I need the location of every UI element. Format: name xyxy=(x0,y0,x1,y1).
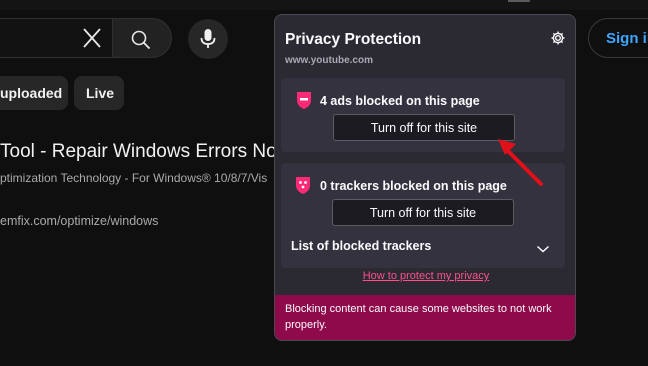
annotation-arrow xyxy=(498,139,543,186)
result-url[interactable]: emfix.com/optimize/windows xyxy=(0,214,158,228)
turn-off-trackers-button[interactable]: Turn off for this site xyxy=(332,199,514,226)
chip-live[interactable]: Live xyxy=(74,76,124,110)
site-domain: www.youtube.com xyxy=(285,55,373,66)
sign-in-button[interactable]: Sign in xyxy=(588,18,648,58)
voice-search-button[interactable] xyxy=(188,19,228,59)
warning-banner: Blocking content can cause some websites… xyxy=(275,295,575,340)
chevron-down-icon[interactable] xyxy=(536,241,550,259)
microphone-icon xyxy=(200,29,216,48)
chip-uploaded[interactable]: uploaded xyxy=(0,76,68,110)
blocked-trackers-list-toggle[interactable]: List of blocked trackers xyxy=(291,239,431,253)
search-icon xyxy=(131,30,151,50)
panel-title: Privacy Protection xyxy=(285,31,422,48)
turn-off-ads-button[interactable]: Turn off for this site xyxy=(333,114,515,141)
panel-anchor-tab xyxy=(508,0,530,2)
result-description: ptimization Technology - For Windows® 10… xyxy=(0,171,268,185)
search-button[interactable] xyxy=(112,18,172,58)
result-title[interactable]: Tool - Repair Windows Errors Now xyxy=(0,141,290,163)
ads-blocked-label: 4 ads blocked on this page xyxy=(320,94,480,108)
tracker-shield-icon xyxy=(293,175,313,200)
top-strip xyxy=(0,0,648,10)
ad-shield-icon xyxy=(294,90,314,115)
trackers-blocked-label: 0 trackers blocked on this page xyxy=(320,179,507,193)
clear-search-icon[interactable] xyxy=(78,26,106,52)
gear-icon[interactable] xyxy=(550,30,566,51)
privacy-help-link[interactable]: How to protect my privacy xyxy=(275,270,575,282)
